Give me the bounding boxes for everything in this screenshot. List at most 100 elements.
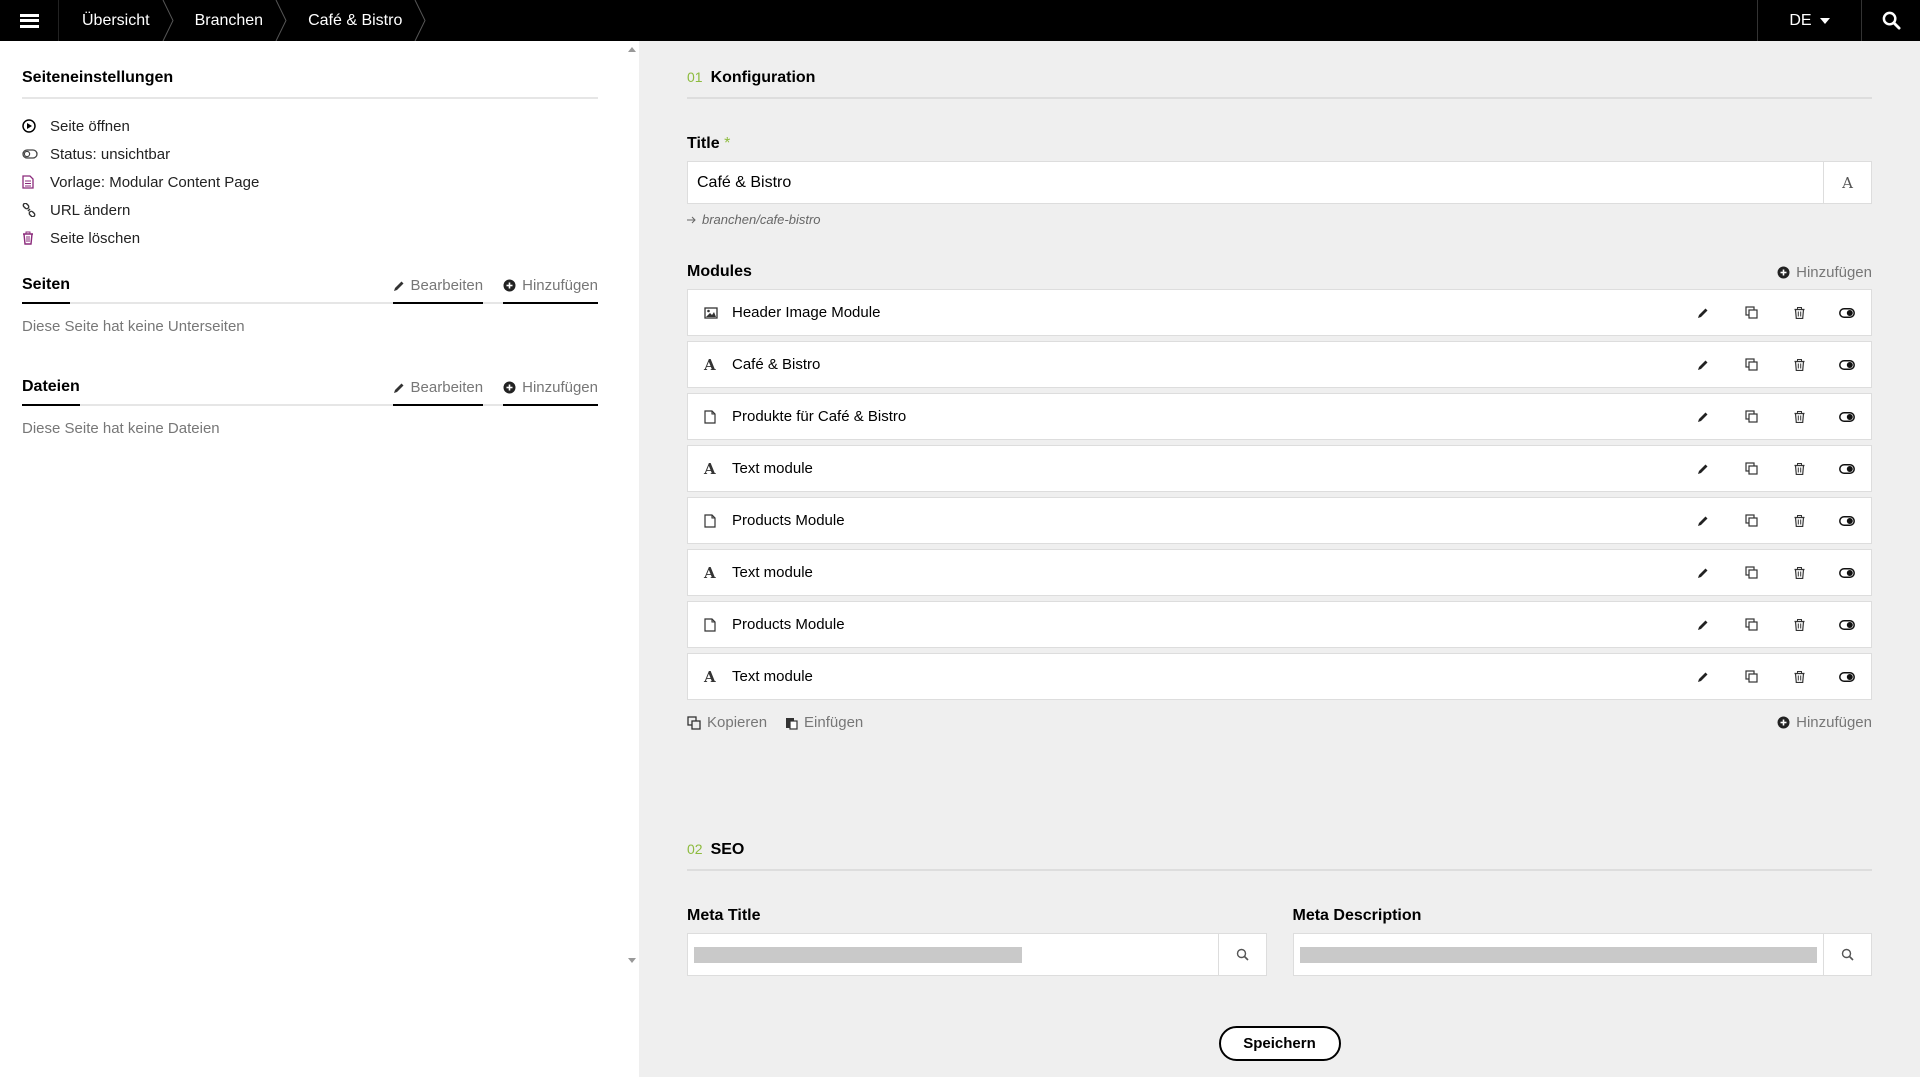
- toggle-module-button[interactable]: [1823, 446, 1871, 491]
- language-selector[interactable]: DE: [1757, 0, 1861, 41]
- delete-module-button[interactable]: [1775, 550, 1823, 595]
- delete-module-button[interactable]: [1775, 446, 1823, 491]
- delete-module-button[interactable]: [1775, 498, 1823, 543]
- text-format-icon: A: [1842, 173, 1853, 192]
- pages-add-button[interactable]: Hinzufügen: [503, 277, 598, 304]
- delete-module-button[interactable]: [1775, 290, 1823, 335]
- edit-module-button[interactable]: [1679, 342, 1727, 387]
- section-header-seo: 02 SEO: [687, 813, 1872, 871]
- toggle-module-button[interactable]: [1823, 550, 1871, 595]
- settings-title: Seiteneinstellungen: [22, 41, 598, 99]
- edit-module-button[interactable]: [1679, 602, 1727, 647]
- module-main[interactable]: A Text module: [688, 654, 1679, 699]
- meta-title-input[interactable]: [687, 933, 1267, 976]
- text-icon: A: [704, 667, 716, 686]
- files-edit-button[interactable]: Bearbeiten: [392, 379, 484, 406]
- url-hint-text: branchen/cafe-bistro: [702, 212, 821, 227]
- button-label: Einfügen: [804, 714, 864, 731]
- modules-add-button-bottom[interactable]: Hinzufügen: [1777, 714, 1872, 731]
- meta-description-preview-button[interactable]: [1823, 934, 1871, 975]
- module-row[interactable]: A Text module: [687, 653, 1872, 700]
- edit-module-button[interactable]: [1679, 394, 1727, 439]
- duplicate-module-button[interactable]: [1727, 654, 1775, 699]
- settings-item-url[interactable]: URL ändern: [22, 196, 598, 224]
- duplicate-module-button[interactable]: [1727, 290, 1775, 335]
- breadcrumb-item-current[interactable]: Café & Bistro: [285, 0, 426, 41]
- duplicate-module-button[interactable]: [1727, 550, 1775, 595]
- module-main[interactable]: Header Image Module: [688, 290, 1679, 335]
- toggle-module-button[interactable]: [1823, 602, 1871, 647]
- module-row[interactable]: Products Module: [687, 601, 1872, 648]
- redacted-value-bar: [694, 946, 1022, 963]
- delete-module-button[interactable]: [1775, 394, 1823, 439]
- module-label: Text module: [732, 564, 813, 581]
- breadcrumb-item-overview[interactable]: Übersicht: [59, 0, 174, 41]
- module-row[interactable]: Header Image Module: [687, 289, 1872, 336]
- title-input-value[interactable]: Café & Bistro: [688, 162, 1823, 203]
- settings-item-status[interactable]: Status: unsichtbar: [22, 140, 598, 168]
- modules-add-button-top[interactable]: Hinzufügen: [1777, 264, 1872, 281]
- edit-module-button[interactable]: [1679, 290, 1727, 335]
- duplicate-module-button[interactable]: [1727, 446, 1775, 491]
- settings-item-open-page[interactable]: Seite öffnen: [22, 112, 598, 140]
- toggle-module-button[interactable]: [1823, 394, 1871, 439]
- toggle-module-button[interactable]: [1823, 498, 1871, 543]
- menu-button[interactable]: [0, 0, 59, 41]
- module-row[interactable]: Products Module: [687, 497, 1872, 544]
- toggle-icon: [1839, 463, 1855, 474]
- module-main[interactable]: Products Module: [688, 498, 1679, 543]
- duplicate-icon: [1744, 566, 1758, 579]
- pencil-icon: [1697, 411, 1709, 423]
- module-main[interactable]: A Text module: [688, 550, 1679, 595]
- delete-module-button[interactable]: [1775, 342, 1823, 387]
- toggle-module-button[interactable]: [1823, 290, 1871, 335]
- title-input[interactable]: Café & Bistro A: [687, 161, 1872, 204]
- copy-button[interactable]: Kopieren: [687, 714, 767, 731]
- meta-description-value[interactable]: [1294, 934, 1824, 975]
- pages-edit-button[interactable]: Bearbeiten: [392, 277, 484, 304]
- settings-item-template[interactable]: Vorlage: Modular Content Page: [22, 168, 598, 196]
- meta-title-preview-button[interactable]: [1217, 934, 1266, 975]
- module-label: Text module: [732, 668, 813, 685]
- files-empty-text: Diese Seite hat keine Dateien: [22, 420, 220, 437]
- top-bar: Übersicht Branchen Café & Bistro DE: [0, 0, 1920, 41]
- title-format-button[interactable]: A: [1823, 162, 1871, 203]
- edit-module-button[interactable]: [1679, 550, 1727, 595]
- save-button[interactable]: Speichern: [1218, 1026, 1341, 1061]
- duplicate-module-button[interactable]: [1727, 394, 1775, 439]
- breadcrumb-item-branchen[interactable]: Branchen: [172, 0, 287, 41]
- module-main[interactable]: A Café & Bistro: [688, 342, 1679, 387]
- toggle-module-button[interactable]: [1823, 342, 1871, 387]
- duplicate-module-button[interactable]: [1727, 498, 1775, 543]
- files-title: Dateien: [22, 378, 80, 406]
- scroll-down-icon[interactable]: [628, 958, 636, 963]
- duplicate-module-button[interactable]: [1727, 342, 1775, 387]
- module-main[interactable]: Products Module: [688, 602, 1679, 647]
- search-button[interactable]: [1861, 0, 1920, 41]
- duplicate-module-button[interactable]: [1727, 602, 1775, 647]
- module-row[interactable]: A Text module: [687, 549, 1872, 596]
- sidebar-scrollbar[interactable]: [625, 41, 639, 967]
- edit-module-button[interactable]: [1679, 498, 1727, 543]
- module-row[interactable]: A Text module: [687, 445, 1872, 492]
- edit-module-button[interactable]: [1679, 446, 1727, 491]
- settings-item-delete[interactable]: Seite löschen: [22, 224, 598, 252]
- module-row[interactable]: A Café & Bistro: [687, 341, 1872, 388]
- files-add-button[interactable]: Hinzufügen: [503, 379, 598, 406]
- text-icon: A: [704, 459, 716, 478]
- meta-description-input[interactable]: [1292, 933, 1872, 976]
- toggle-module-button[interactable]: [1823, 654, 1871, 699]
- trash-icon: [1794, 566, 1805, 579]
- module-main[interactable]: Produkte für Café & Bistro: [688, 394, 1679, 439]
- meta-title-value[interactable]: [688, 934, 1218, 975]
- edit-module-button[interactable]: [1679, 654, 1727, 699]
- delete-module-button[interactable]: [1775, 602, 1823, 647]
- delete-module-button[interactable]: [1775, 654, 1823, 699]
- toggle-icon: [1839, 411, 1855, 422]
- paste-button[interactable]: Einfügen: [785, 714, 863, 731]
- scroll-up-icon[interactable]: [628, 47, 636, 52]
- pages-empty-text: Diese Seite hat keine Unterseiten: [22, 318, 245, 335]
- module-row[interactable]: Produkte für Café & Bistro: [687, 393, 1872, 440]
- template-icon: [22, 175, 50, 189]
- module-main[interactable]: A Text module: [688, 446, 1679, 491]
